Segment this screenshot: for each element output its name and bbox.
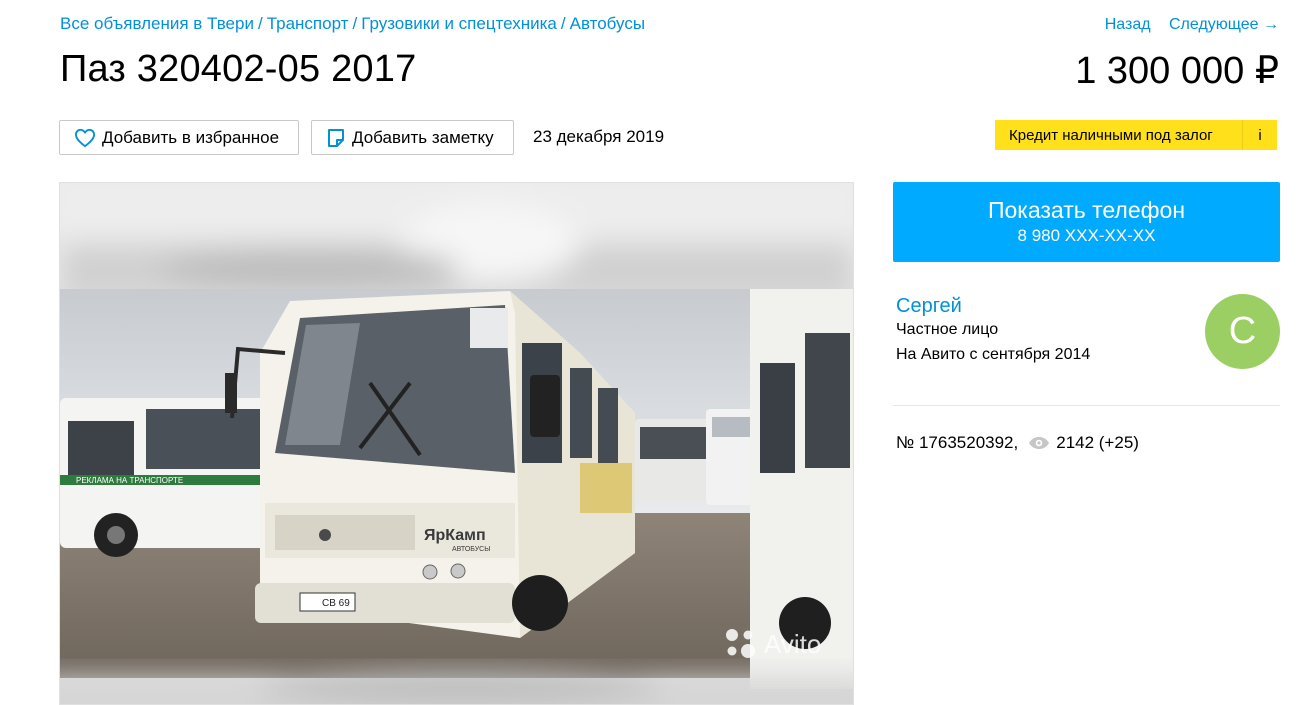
bus-brand-text: ЯрКамп <box>424 527 486 544</box>
price: 1 300 000 ₽ <box>1075 50 1279 92</box>
bus-photo-illustration: РЕКЛАМА НА ТРАНСПОРТЕ ЯрКамп АВТОБУСЫ СВ… <box>60 183 853 704</box>
add-note-button[interactable]: Добавить заметку <box>311 120 514 155</box>
credit-offer-badge[interactable]: Кредит наличными под залог i <box>995 120 1277 150</box>
back-link[interactable]: Назад <box>1105 16 1151 33</box>
license-plate-text: СВ 69 <box>322 598 350 609</box>
listing-number: № 1763520392, <box>896 433 1019 452</box>
side-stripe-text: РЕКЛАМА НА ТРАНСПОРТЕ <box>76 476 183 485</box>
seller-name[interactable]: Сергей <box>896 295 962 318</box>
watermark-text: Avito <box>764 629 821 659</box>
add-note-label: Добавить заметку <box>352 127 494 147</box>
credit-offer-label: Кредит наличными под залог <box>1009 126 1213 144</box>
breadcrumb: Все объявления в Твери / Транспорт / Грузови… <box>60 14 645 34</box>
breadcrumb-separator: / <box>257 14 263 33</box>
show-phone-label: Показать телефон <box>987 197 1186 223</box>
add-to-favorites-label: Добавить в избранное <box>102 127 280 147</box>
breadcrumb-item-buses[interactable]: Автобусы <box>570 14 645 33</box>
breadcrumb-separator: / <box>560 14 566 33</box>
heart-icon <box>74 128 96 147</box>
seller-since: На Авито с сентября 2014 <box>896 346 1091 363</box>
seller-type: Частное лицо <box>896 321 999 338</box>
eye-icon <box>1029 437 1050 449</box>
avatar[interactable]: С <box>1205 294 1280 369</box>
breadcrumb-item-trucks[interactable]: Грузовики и спецтехника <box>361 14 557 33</box>
breadcrumb-item-tver[interactable]: Все объявления в Твери <box>60 14 254 33</box>
listing-navigation: Назад Следующее → <box>1091 16 1279 34</box>
breadcrumb-item-transport[interactable]: Транспорт <box>267 14 349 33</box>
listing-photo[interactable]: РЕКЛАМА НА ТРАНСПОРТЕ ЯрКамп АВТОБУСЫ СВ… <box>59 182 854 705</box>
view-count: 2142 (+25) <box>1056 433 1139 452</box>
page-title: Паз 320402-05 2017 <box>60 48 417 90</box>
note-icon <box>328 128 344 147</box>
listing-meta: № 1763520392, 2142 (+25) <box>896 433 1139 453</box>
info-icon[interactable]: i <box>1242 120 1277 150</box>
bus-brand-subtext: АВТОБУСЫ <box>452 546 490 553</box>
phone-number: 8 980 XXX-XX-XX <box>1017 226 1156 245</box>
next-link[interactable]: Следующее → <box>1169 16 1279 33</box>
listing-date: 23 декабря 2019 <box>533 127 665 146</box>
divider <box>893 405 1280 406</box>
show-phone-button[interactable]: Показать телефон 8 980 XXX-XX-XX <box>893 182 1280 262</box>
breadcrumb-separator: / <box>352 14 358 33</box>
add-to-favorites-button[interactable]: Добавить в избранное <box>59 120 299 155</box>
